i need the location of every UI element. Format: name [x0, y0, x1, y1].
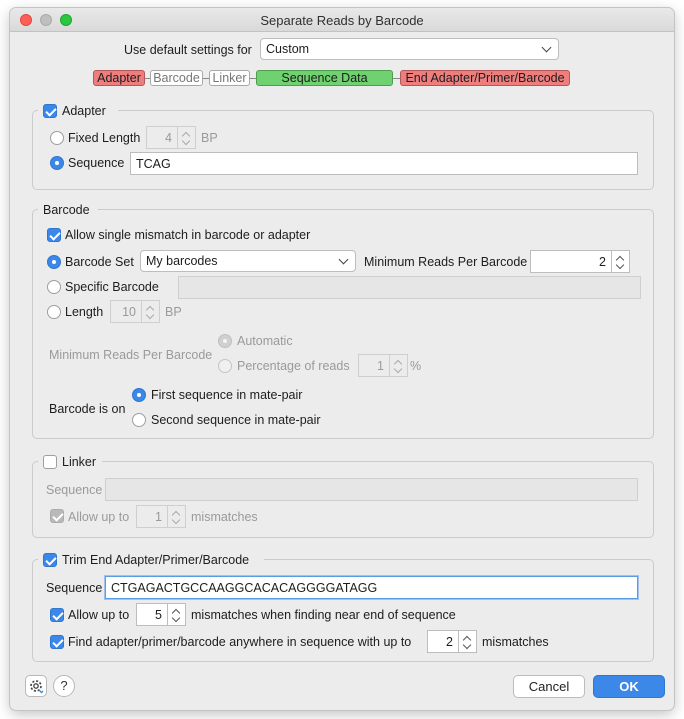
find-anywhere-checkbox[interactable]: [50, 635, 64, 649]
percentage-label: Percentage of reads: [237, 359, 350, 373]
sequence-radio[interactable]: [50, 156, 64, 170]
trim-allow-stepper[interactable]: 5: [136, 603, 186, 626]
chevron-down-icon: [145, 310, 155, 320]
second-sequence-radio[interactable]: [132, 413, 146, 427]
stepper-arrows[interactable]: [168, 505, 186, 528]
stepper-arrows[interactable]: [168, 603, 186, 626]
min-reads-label: Minimum Reads Per Barcode: [364, 255, 528, 269]
linker-checkbox[interactable]: [43, 455, 57, 469]
chevron-down-icon: [462, 640, 472, 650]
settings-button[interactable]: [25, 675, 47, 697]
adapter-title: Adapter: [62, 104, 106, 118]
barcode-set-select[interactable]: My barcodes: [140, 250, 356, 272]
chevron-down-icon: [171, 515, 181, 525]
trim-allow-suffix: mismatches when finding near end of sequ…: [191, 608, 456, 622]
structure-segment-end-adapter: End Adapter/Primer/Barcode: [400, 70, 570, 86]
title-bar: Separate Reads by Barcode: [10, 8, 674, 32]
allow-mismatch-checkbox[interactable]: [47, 228, 61, 242]
preset-select[interactable]: Custom: [260, 38, 559, 60]
chevron-down-icon: [541, 42, 552, 53]
structure-segment-sequence-data: Sequence Data: [256, 70, 393, 86]
chevron-down-icon: [171, 613, 181, 623]
min-reads-label-secondary: Minimum Reads Per Barcode: [49, 348, 213, 362]
stepper-arrows[interactable]: [459, 630, 477, 653]
linker-mismatch-stepper[interactable]: 1: [136, 505, 186, 528]
chevron-down-icon: [181, 136, 191, 146]
structure-segment-adapter: Adapter: [93, 70, 145, 86]
dialog-window: Separate Reads by Barcode Use default se…: [10, 8, 674, 710]
percentage-radio[interactable]: [218, 359, 232, 373]
preset-select-value: Custom: [266, 42, 310, 56]
chevron-down-icon: [393, 364, 403, 374]
structure-connector: [392, 78, 400, 79]
barcode-set-radio[interactable]: [47, 255, 61, 269]
min-reads-stepper[interactable]: 2: [530, 250, 630, 273]
length-label: Length: [65, 305, 104, 319]
find-anywhere-value: 2: [427, 630, 459, 653]
specific-barcode-radio[interactable]: [47, 280, 61, 294]
linker-sequence-input[interactable]: [105, 478, 638, 501]
automatic-radio[interactable]: [218, 334, 232, 348]
find-anywhere-suffix: mismatches: [482, 635, 549, 649]
stepper-arrows[interactable]: [612, 250, 630, 273]
linker-allow-label: Allow up to: [68, 510, 130, 524]
min-reads-value: 2: [530, 250, 612, 273]
fixed-length-stepper[interactable]: 4: [146, 126, 196, 149]
second-sequence-label: Second sequence in mate-pair: [151, 413, 321, 427]
length-stepper[interactable]: 10: [110, 300, 160, 323]
barcode-title: Barcode: [43, 203, 90, 217]
barcode-set-label: Barcode Set: [65, 255, 134, 269]
automatic-label: Automatic: [237, 334, 293, 348]
linker-mismatches-label: mismatches: [191, 510, 258, 524]
adapter-group: [32, 110, 654, 190]
linker-allow-checkbox[interactable]: [50, 509, 64, 523]
adapter-sequence-input[interactable]: TCAG: [130, 152, 638, 175]
stepper-arrows[interactable]: [390, 354, 408, 377]
barcode-set-value: My barcodes: [146, 254, 218, 268]
adapter-checkbox[interactable]: [43, 104, 57, 118]
percentage-stepper[interactable]: 1: [358, 354, 408, 377]
stepper-arrows[interactable]: [142, 300, 160, 323]
fixed-length-unit: BP: [201, 131, 218, 145]
trim-title: Trim End Adapter/Primer/Barcode: [62, 553, 250, 567]
trim-sequence-label: Sequence: [46, 581, 103, 595]
chevron-down-icon: [615, 260, 625, 270]
find-anywhere-label: Find adapter/primer/barcode anywhere in …: [68, 635, 412, 649]
trim-allow-label: Allow up to: [68, 608, 130, 622]
find-anywhere-stepper[interactable]: 2: [427, 630, 477, 653]
length-unit: BP: [165, 305, 182, 319]
percent-sign: %: [410, 359, 422, 373]
linker-mismatch-value: 1: [136, 505, 168, 528]
specific-barcode-label: Specific Barcode: [65, 280, 159, 294]
gear-icon: [30, 680, 44, 694]
allow-mismatch-label: Allow single mismatch in barcode or adap…: [65, 228, 311, 242]
trim-checkbox[interactable]: [43, 553, 57, 567]
stepper-arrows[interactable]: [178, 126, 196, 149]
length-radio[interactable]: [47, 305, 61, 319]
fixed-length-value: 4: [146, 126, 178, 149]
help-button[interactable]: ?: [53, 675, 75, 697]
barcode-is-on-label: Barcode is on: [49, 402, 126, 416]
window-title: Separate Reads by Barcode: [260, 13, 424, 28]
percentage-value: 1: [358, 354, 390, 377]
chevron-down-icon: [338, 254, 349, 265]
first-sequence-radio[interactable]: [132, 388, 146, 402]
fixed-length-radio[interactable]: [50, 131, 64, 145]
linker-title: Linker: [62, 455, 97, 469]
linker-sequence-label: Sequence: [46, 483, 103, 497]
length-value: 10: [110, 300, 142, 323]
specific-barcode-input[interactable]: [178, 276, 641, 299]
trim-allow-value: 5: [136, 603, 168, 626]
cancel-button[interactable]: Cancel: [513, 675, 585, 698]
structure-segment-barcode: Barcode: [150, 70, 203, 86]
structure-segment-linker: Linker: [209, 70, 250, 86]
fixed-length-label: Fixed Length: [68, 131, 141, 145]
trim-sequence-input[interactable]: CTGAGACTGCCAAGGCACACAGGGGATAGG: [105, 576, 638, 599]
trim-allow-checkbox[interactable]: [50, 608, 64, 622]
ok-button[interactable]: OK: [593, 675, 665, 698]
first-sequence-label: First sequence in mate-pair: [151, 388, 303, 402]
preset-label: Use default settings for: [124, 43, 252, 57]
sequence-label: Sequence: [68, 156, 125, 170]
